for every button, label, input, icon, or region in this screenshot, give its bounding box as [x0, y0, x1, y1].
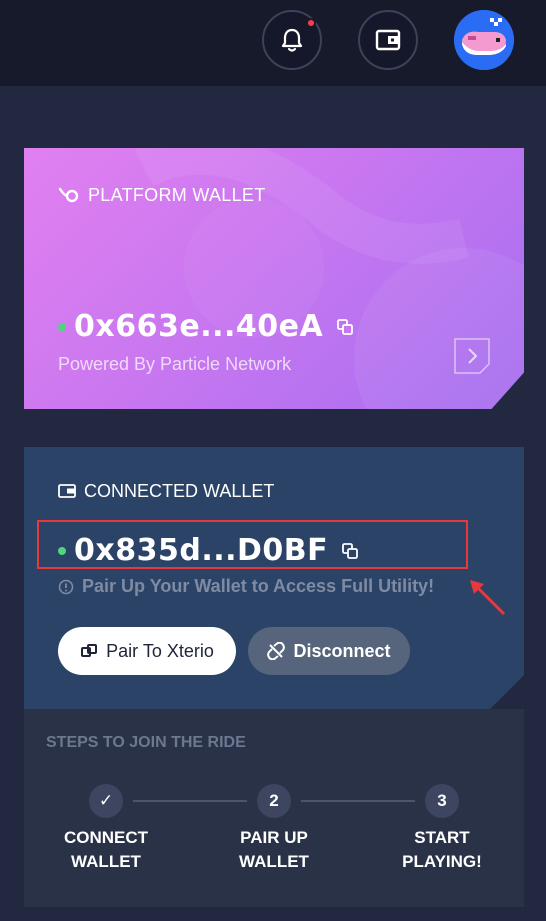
connected-wallet-label: CONNECTED WALLET	[58, 480, 274, 502]
unlink-icon	[267, 642, 286, 660]
step-2-line-1: PAIR UP	[240, 828, 308, 847]
step-1-check-icon: ✓	[89, 784, 123, 818]
disconnect-button-label: Disconnect	[293, 640, 391, 661]
user-avatar[interactable]	[454, 10, 514, 70]
platform-address-row: 0x663e...40eA	[58, 309, 354, 344]
platform-wallet-label: PLATFORM WALLET	[58, 184, 266, 206]
step-1-label: CONNECT WALLET	[41, 826, 171, 874]
connected-wallet-title: CONNECTED WALLET	[84, 480, 275, 501]
open-wallet-chevron-icon[interactable]	[454, 338, 490, 374]
red-arrow-annotation	[470, 580, 506, 616]
status-dot	[58, 323, 66, 331]
step-2-label: PAIR UP WALLET	[209, 826, 339, 874]
top-bar	[0, 0, 546, 86]
wallet-icon	[375, 29, 401, 51]
pair-hint-text: Pair Up Your Wallet to Access Full Utili…	[82, 576, 435, 596]
pair-hint: Pair Up Your Wallet to Access Full Utili…	[58, 576, 434, 597]
notification-button[interactable]	[262, 10, 322, 70]
notification-badge	[306, 18, 316, 28]
step-3-number: 3	[425, 784, 459, 818]
pair-button-label: Pair To Xterio	[106, 640, 214, 661]
platform-wallet-title: PLATFORM WALLET	[88, 184, 266, 205]
step-3-label: START PLAYING!	[377, 826, 507, 874]
step-connector	[133, 800, 247, 802]
step-3-line-1: START	[414, 828, 470, 847]
step-3-line-2: PLAYING!	[402, 852, 482, 871]
link-icon	[81, 644, 98, 657]
particle-logo-icon	[58, 187, 79, 203]
bell-icon	[281, 28, 303, 52]
copy-icon[interactable]	[337, 319, 354, 335]
disconnect-button[interactable]: Disconnect	[248, 627, 410, 675]
wallet-icon	[58, 484, 76, 498]
wallet-button[interactable]	[358, 10, 418, 70]
step-1-line-2: WALLET	[71, 852, 141, 871]
step-2-line-2: WALLET	[239, 852, 309, 871]
step-1-line-1: CONNECT	[63, 828, 149, 847]
step-2-number: 2	[257, 784, 291, 818]
step-connector	[301, 800, 415, 802]
whale-avatar-icon	[454, 10, 514, 70]
info-icon	[58, 579, 74, 594]
steps-title: STEPS TO JOIN THE RIDE	[46, 734, 246, 751]
platform-wallet-address: 0x663e...40eA	[74, 309, 324, 344]
address-highlight-box	[37, 520, 468, 569]
pair-to-xterio-button[interactable]: Pair To Xterio	[58, 627, 236, 675]
powered-by-text: Powered By Particle Network	[58, 354, 292, 374]
